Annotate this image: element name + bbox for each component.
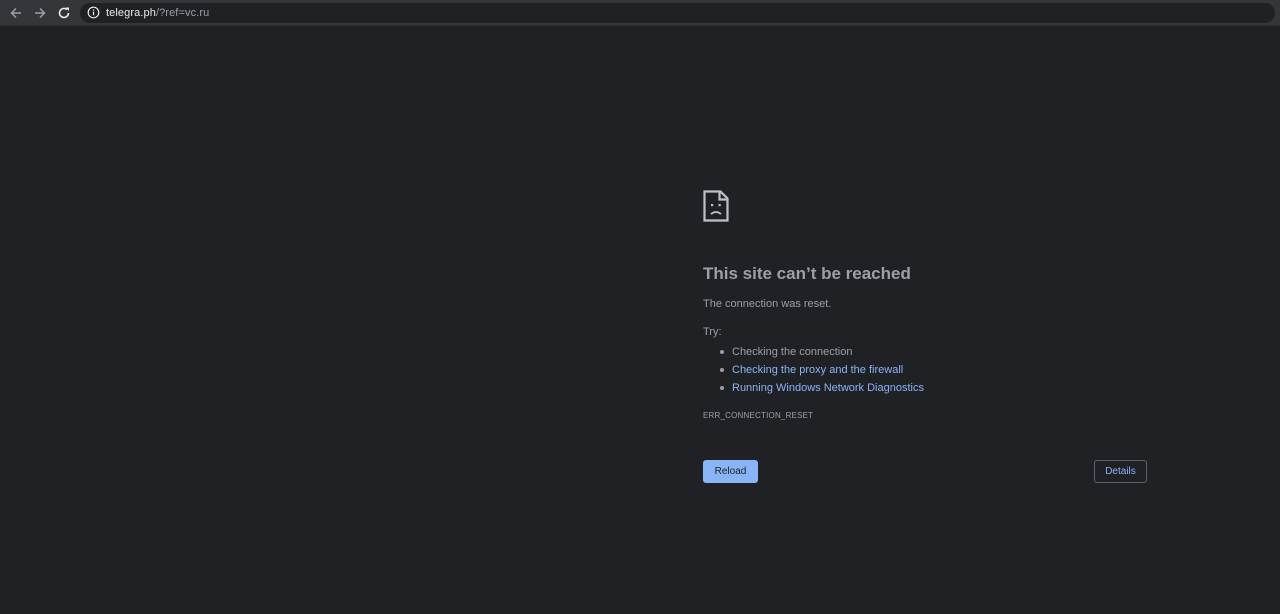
error-title: This site can’t be reached — [703, 264, 911, 283]
try-label: Try: — [703, 326, 722, 338]
forward-button[interactable] — [28, 1, 52, 25]
details-button[interactable]: Details — [1094, 460, 1147, 483]
button-row: Reload Details — [703, 460, 1147, 484]
error-content: This site can’t be reached The connectio… — [703, 190, 1147, 484]
arrow-left-icon — [10, 7, 21, 18]
suggestion-network-diagnostics-link[interactable]: Running Windows Network Diagnostics — [720, 379, 1147, 397]
suggestion-list: Checking the connection Checking the pro… — [703, 343, 1147, 397]
address-bar[interactable]: telegra.ph/?ref=vc.ru — [80, 2, 1275, 23]
error-code: ERR_CONNECTION_RESET — [703, 411, 814, 420]
url-host: telegra.ph — [106, 6, 156, 19]
url-text[interactable]: telegra.ph/?ref=vc.ru — [106, 7, 209, 19]
back-button[interactable] — [4, 1, 28, 25]
reload-icon — [58, 7, 70, 18]
sad-document-icon — [703, 190, 729, 222]
error-description: The connection was reset. — [703, 298, 832, 310]
suggestion-check-proxy-link[interactable]: Checking the proxy and the firewall — [720, 361, 1147, 379]
error-page: This site can’t be reached The connectio… — [0, 26, 1280, 614]
reload-button[interactable]: Reload — [703, 460, 758, 483]
info-icon[interactable] — [86, 6, 100, 20]
reload-nav-button[interactable] — [52, 1, 76, 25]
url-path: /?ref=vc.ru — [155, 6, 210, 19]
arrow-right-icon — [35, 7, 46, 18]
browser-toolbar: telegra.ph/?ref=vc.ru — [0, 0, 1280, 26]
suggestion-check-connection: Checking the connection — [720, 343, 1147, 361]
